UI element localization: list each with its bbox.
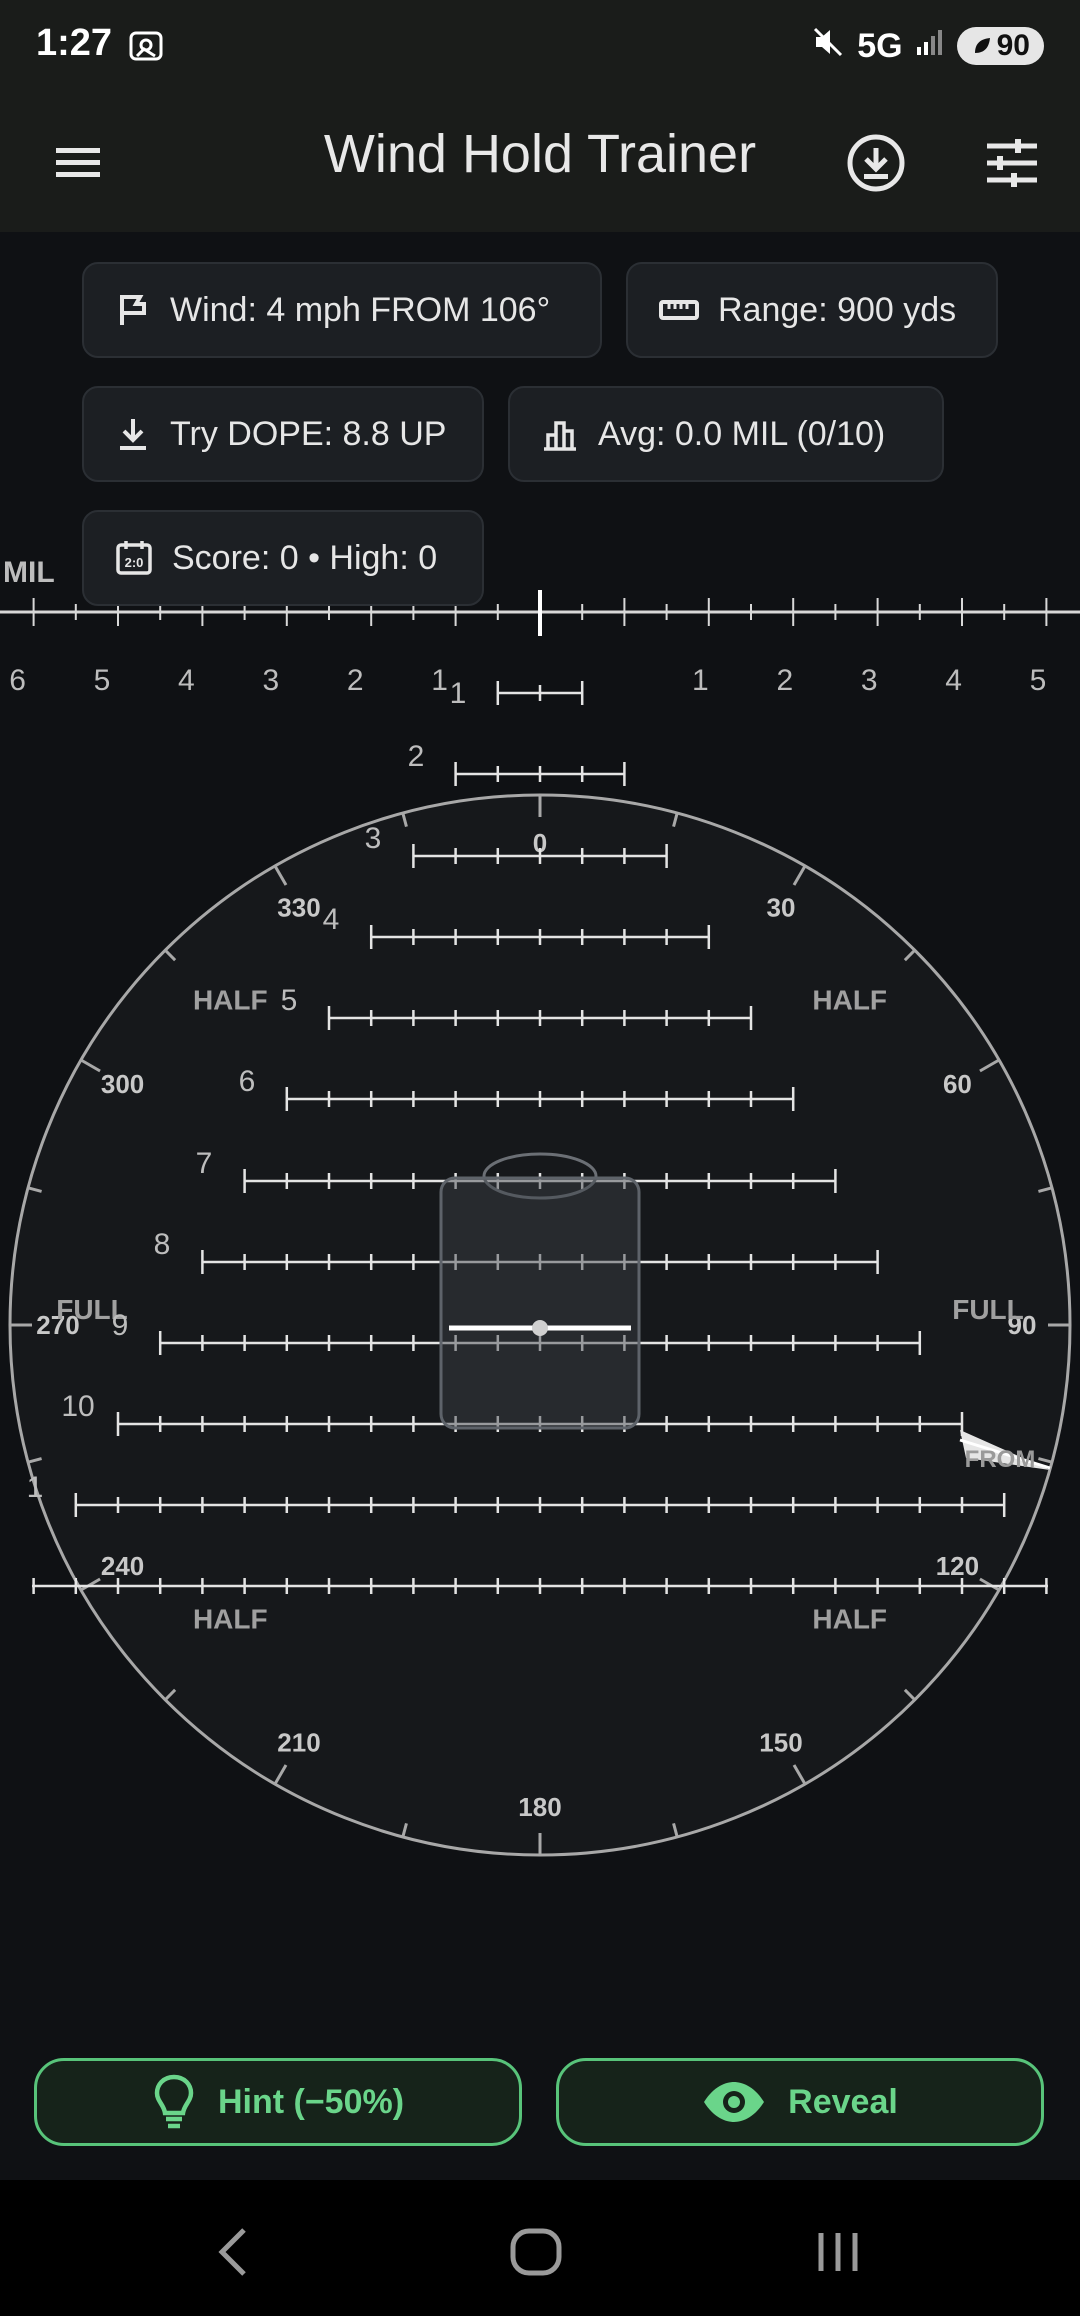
mute-icon [811,25,845,68]
holdover-label: 1 [27,1471,44,1504]
holdover-label: 4 [323,903,340,936]
battery-badge: 90 [956,27,1044,65]
home-icon [510,2228,562,2276]
reveal-button[interactable]: Reveal [556,2058,1044,2146]
hint-button[interactable]: Hint (−50%) [34,2058,522,2146]
status-time: 1:27 [36,22,113,64]
dope-chip[interactable]: Try DOPE: 8.8 UP [82,386,484,482]
battery-level: 90 [996,29,1030,62]
mil-label: 2 [776,664,793,697]
recents-icon [818,2233,858,2271]
svg-text:2:0: 2:0 [125,555,144,570]
clock-label: 300 [101,1069,144,1099]
score-chip-label: Score: 0 • High: 0 [172,538,438,577]
mil-label: 1 [431,664,448,697]
dope-chip-label: Try DOPE: 8.8 UP [170,414,447,453]
wind-chip-label: Wind: 4 mph FROM 106° [170,290,551,329]
range-chip[interactable]: Range: 900 yds [626,262,998,358]
hint-button-label: Hint (−50%) [217,2082,405,2121]
nav-bar [0,2180,1080,2316]
holdover-row: 1 [450,677,584,710]
wind-value-label: HALF [193,1604,268,1635]
clock-label: 120 [936,1551,979,1581]
clock-label: 150 [759,1727,802,1757]
holdover-label: 5 [281,984,298,1017]
avg-chip-label: Avg: 0.0 MIL (0/10) [598,414,886,453]
status-bar: 1:27 5G 90 [0,0,1080,95]
back-button[interactable] [198,2216,270,2288]
holdover-label: 9 [112,1309,129,1342]
flag-icon [120,295,146,325]
mil-label: 5 [1030,664,1047,697]
mil-label: 3 [262,664,279,697]
tune-icon [987,139,1037,187]
clock-label: 210 [277,1727,320,1757]
level-dot [532,1320,548,1336]
holdover-label: 2 [408,740,425,773]
wind-value-label: HALF [193,984,268,1015]
download-icon [847,134,905,192]
range-chip-label: Range: 900 yds [718,290,957,329]
score-chip[interactable]: 2:0 Score: 0 • High: 0 [82,510,484,606]
leaf-icon [974,38,990,53]
holdover-label: 1 [450,677,467,710]
wind-value-label: FULL [952,1294,1024,1325]
holdover-label: 8 [154,1228,171,1261]
avg-chip[interactable]: Avg: 0.0 MIL (0/10) [508,386,944,482]
eye-icon [704,2082,765,2122]
signal-icon [915,27,945,66]
mil-scale-label: MIL [3,556,55,589]
download-arrow-icon [120,419,146,450]
network-label: 5G [857,26,903,65]
holdover-label: 3 [365,822,382,855]
screenshot-icon [128,28,164,69]
level-indicator [439,1176,641,1430]
clock-label: 180 [518,1792,561,1822]
recents-button[interactable] [802,2216,874,2288]
wind-value-label: HALF [812,1604,887,1635]
mil-label: 4 [178,664,195,697]
reticle: 0306090120150180210240270300330 HALF HALF… [0,556,1080,1857]
mil-label: 2 [347,664,364,697]
status-right: 5G 90 [811,22,1044,70]
holdover-label: 10 [61,1390,94,1423]
mil-label: 5 [94,664,111,697]
home-button[interactable] [500,2216,572,2288]
bar-chart-icon [544,421,576,451]
clock-label: 60 [943,1069,972,1099]
holdover-row: 2 [408,740,626,786]
mil-label: 6 [9,664,26,697]
mil-label: 3 [861,664,878,697]
clock-label: 240 [101,1551,144,1581]
mil-label: 1 [692,664,709,697]
back-icon [218,2228,246,2276]
holdover-label: 6 [239,1065,256,1098]
tune-button[interactable] [976,127,1048,199]
wind-chip[interactable]: Wind: 4 mph FROM 106° [82,262,602,358]
mil-label: 4 [945,664,962,697]
scoreboard-icon: 2:0 [116,541,152,575]
wind-from-label: FROM [965,1446,1036,1473]
wind-value-label: HALF [812,984,887,1015]
ruler-icon [659,300,699,320]
app-title: Wind Hold Trainer [323,124,757,184]
app-bar: Wind Hold Trainer [0,95,1080,232]
download-button[interactable] [840,127,912,199]
clock-label: 330 [277,893,320,923]
holdover-label: 7 [196,1147,213,1180]
lightbulb-icon [154,2074,194,2129]
reveal-button-label: Reveal [788,2082,898,2121]
clock-label: 30 [767,893,796,923]
